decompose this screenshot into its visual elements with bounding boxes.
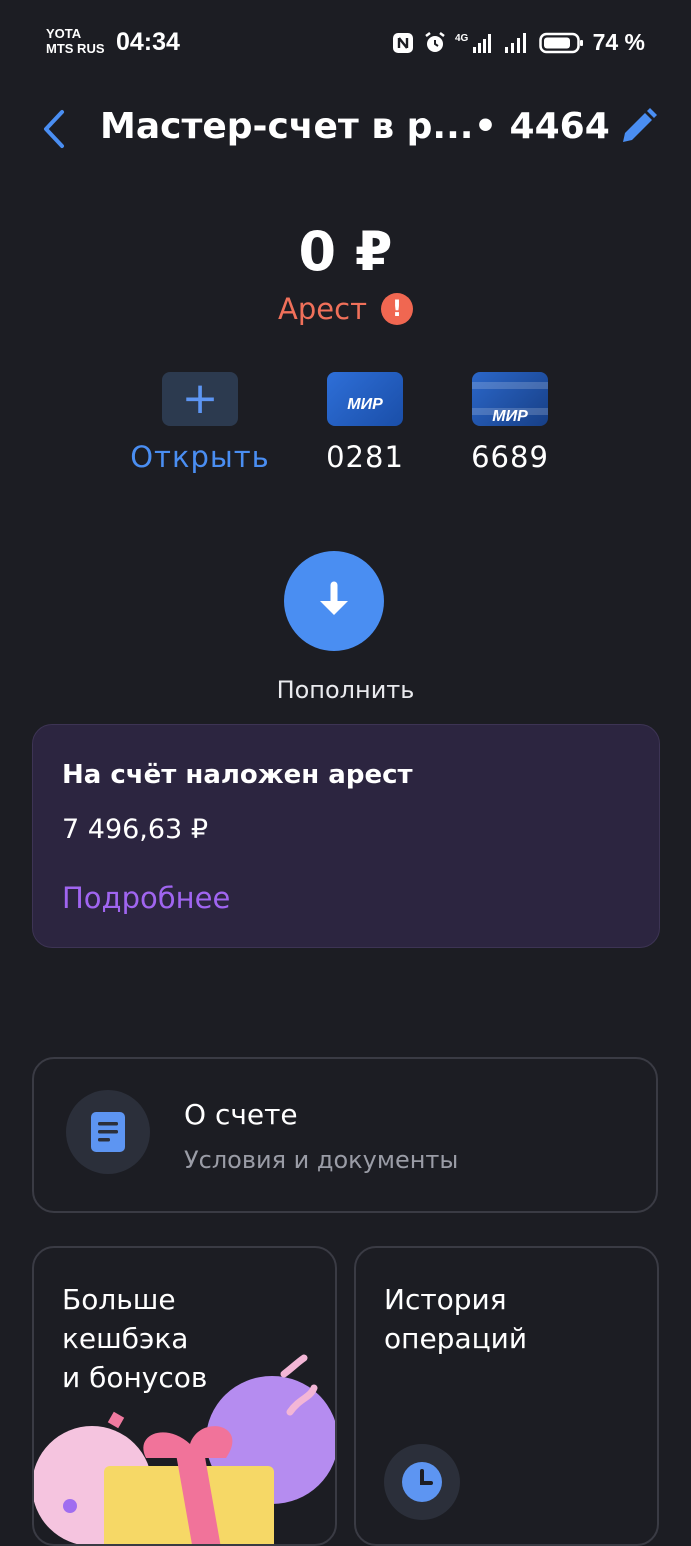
carrier-2: MTS RUS (46, 41, 105, 56)
clock-icon (384, 1444, 460, 1520)
battery-percent: 74 % (592, 29, 645, 55)
mir-brand: МИР (347, 396, 383, 413)
plus-icon: + (162, 372, 238, 426)
nfc-icon (391, 31, 415, 55)
topup-label: Пополнить (276, 676, 415, 704)
account-title: Мастер-счет в р... (100, 106, 474, 147)
edit-button[interactable] (617, 106, 659, 148)
arrest-amount: 7 496,63 ₽ (62, 814, 208, 845)
status-icons: 4G 74 % (391, 29, 645, 56)
arrow-down-icon (320, 581, 348, 615)
mir-card-icon: МИР (472, 372, 548, 426)
mir-card-icon: МИР (327, 372, 403, 426)
pencil-icon (623, 108, 657, 142)
history-line: История (384, 1283, 507, 1316)
card-number-label: 0281 (326, 440, 404, 474)
chevron-left-icon (44, 110, 64, 148)
topup-button[interactable] (284, 551, 384, 651)
carrier-1: YOTA (46, 26, 82, 41)
cashback-tile[interactable]: Больше кешбэка и бонусов (32, 1246, 337, 1546)
mir-brand: МИР (492, 408, 528, 425)
card-0281[interactable]: МИР 0281 (290, 372, 440, 474)
gift-illustration (34, 1354, 335, 1544)
warning-icon: ! (380, 293, 413, 325)
open-card-button[interactable]: + Открыть (125, 372, 275, 474)
card-6689[interactable]: МИР 6689 (435, 372, 585, 474)
document-icon (66, 1090, 150, 1174)
back-button[interactable] (38, 106, 74, 152)
history-text: История операций (384, 1280, 527, 1358)
balance-status[interactable]: Арест ! (0, 292, 691, 326)
card-number-label: 6689 (471, 440, 549, 474)
open-card-label: Открыть (130, 440, 270, 474)
arrest-title: На счёт наложен арест (62, 760, 413, 790)
signal-icon (503, 31, 531, 55)
battery-icon (538, 31, 585, 55)
about-subtitle: Условия и документы (184, 1146, 459, 1174)
carrier-labels: YOTA MTS RUS (46, 26, 105, 56)
balance-amount: 0 ₽ (298, 220, 393, 283)
svg-text:4G: 4G (455, 33, 469, 44)
arrest-status-label: Арест (278, 292, 367, 326)
account-number: • 4464 (474, 106, 610, 147)
arrest-details-link[interactable]: Подробнее (62, 881, 230, 915)
about-title: О счете (184, 1098, 298, 1131)
signal-4g-icon: 4G (455, 31, 495, 55)
status-time: 04:34 (116, 28, 180, 56)
alarm-icon (423, 31, 447, 55)
history-line: операций (384, 1322, 528, 1355)
